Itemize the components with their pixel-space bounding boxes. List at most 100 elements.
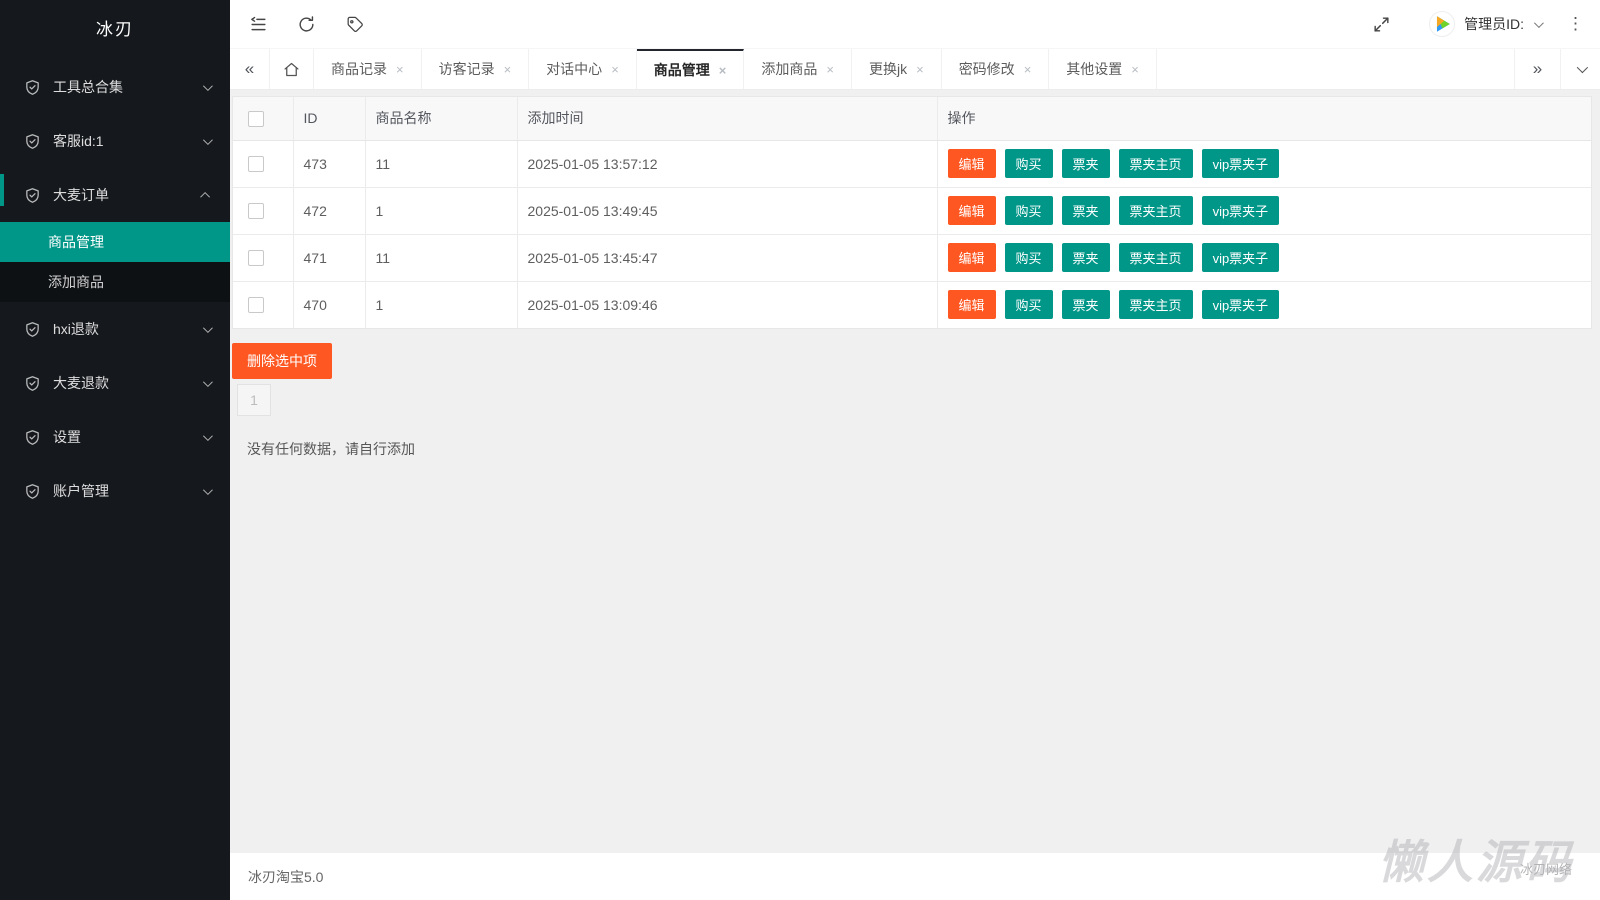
tab-product-records[interactable]: 商品记录 × bbox=[314, 49, 422, 89]
column-header: 操作 bbox=[937, 97, 1591, 141]
vip-ticket-folder-button[interactable]: vip票夹子 bbox=[1201, 290, 1280, 320]
content-area: ID 商品名称 添加时间 操作 473 11 2025-01-05 13:57:12 … bbox=[230, 90, 1600, 900]
chevron-icon bbox=[202, 376, 213, 387]
tabs-scroll-right-button[interactable]: » bbox=[1514, 49, 1560, 89]
ticket-folder-home-button[interactable]: 票夹主页 bbox=[1118, 196, 1193, 225]
sidebar-subitem-add-product[interactable]: 添加商品 bbox=[0, 262, 230, 302]
sidebar-item-settings[interactable]: 设置 bbox=[0, 410, 230, 464]
close-icon[interactable]: × bbox=[719, 64, 727, 77]
ticket-folder-home-button[interactable]: 票夹主页 bbox=[1118, 290, 1193, 320]
chevron-down-icon bbox=[1576, 61, 1588, 74]
close-icon[interactable]: × bbox=[1024, 63, 1032, 76]
fullscreen-icon[interactable] bbox=[1371, 14, 1391, 34]
id-cell: 471 bbox=[293, 234, 366, 282]
tab-other-settings[interactable]: 其他设置 × bbox=[1049, 49, 1157, 89]
sidebar-item-tools-collection[interactable]: 工具总合集 bbox=[0, 60, 230, 114]
row-checkbox[interactable] bbox=[248, 203, 264, 220]
buy-button[interactable]: 购买 bbox=[1004, 149, 1053, 178]
edit-button[interactable]: 编辑 bbox=[947, 243, 996, 272]
row-checkbox[interactable] bbox=[248, 250, 264, 267]
app-window: 冰刃 工具总合集 客服id:1 大麦订单 商品管理 添加商品 hxi退款 大麦退… bbox=[0, 0, 1600, 900]
edit-button[interactable]: 编辑 bbox=[947, 149, 996, 178]
row-checkbox[interactable] bbox=[248, 156, 264, 173]
vip-ticket-folder-button[interactable]: vip票夹子 bbox=[1201, 149, 1280, 178]
table-row: 470 1 2025-01-05 13:09:46 编辑 购买 票夹 票夹主页 vip票… bbox=[233, 281, 1591, 328]
vip-ticket-folder-button[interactable]: vip票夹子 bbox=[1201, 196, 1280, 225]
tab-change-password[interactable]: 密码修改 × bbox=[941, 49, 1050, 89]
checkbox-cell bbox=[233, 281, 294, 328]
ticket-folder-button[interactable]: 票夹 bbox=[1061, 243, 1110, 272]
home-tab[interactable] bbox=[270, 49, 314, 89]
tabbar-spacer bbox=[1157, 49, 1514, 89]
sidebar-item-account-management[interactable]: 账户管理 bbox=[0, 464, 230, 518]
vip-ticket-folder-button[interactable]: vip票夹子 bbox=[1201, 243, 1280, 272]
add-time-cell: 2025-01-05 13:49:45 bbox=[517, 187, 938, 235]
table-row: 472 1 2025-01-05 13:49:45 编辑 购买 票夹 票夹主页 vip票… bbox=[233, 187, 1591, 235]
tab-bar: « 商品记录 × 访客记录 × 对话中心 × 商品管理 × 添加商品 × 更换j… bbox=[230, 48, 1600, 90]
tab-label: 商品记录 bbox=[331, 61, 387, 77]
avatar[interactable] bbox=[1429, 11, 1456, 37]
sidebar-item-hxi-refund[interactable]: hxi退款 bbox=[0, 302, 230, 356]
delete-selected-button[interactable]: 删除选中项 bbox=[232, 343, 332, 379]
more-vertical-icon[interactable]: ⋮ bbox=[1567, 14, 1584, 34]
checkbox-cell bbox=[233, 234, 294, 282]
row-checkbox[interactable] bbox=[248, 297, 264, 314]
tab-label: 添加商品 bbox=[761, 61, 818, 77]
sidebar-subitem-product-management[interactable]: 商品管理 bbox=[0, 222, 230, 262]
pagination-page-1[interactable]: 1 bbox=[237, 384, 271, 416]
footer-version-text: 冰刃淘宝5.0 bbox=[248, 868, 324, 885]
buy-button[interactable]: 购买 bbox=[1004, 243, 1053, 272]
edit-button[interactable]: 编辑 bbox=[947, 196, 996, 225]
ticket-folder-button[interactable]: 票夹 bbox=[1061, 149, 1110, 178]
tag-icon[interactable] bbox=[344, 14, 364, 34]
shield-check-icon bbox=[24, 321, 41, 338]
column-header: 商品名称 bbox=[365, 97, 518, 141]
empty-data-hint: 没有任何数据，请自行添加 bbox=[247, 441, 415, 457]
sidebar-item-damai-refund[interactable]: 大麦退款 bbox=[0, 356, 230, 410]
chevron-down-icon[interactable] bbox=[1533, 17, 1544, 28]
sidebar-menu: 工具总合集 客服id:1 大麦订单 商品管理 添加商品 hxi退款 大麦退款 设… bbox=[0, 60, 230, 518]
close-icon[interactable]: × bbox=[611, 63, 619, 76]
tabs-menu-button[interactable] bbox=[1560, 49, 1600, 89]
app-logo: 冰刃 bbox=[96, 20, 134, 39]
chevron-icon bbox=[202, 322, 213, 333]
sidebar-item-label: 客服id:1 bbox=[53, 133, 104, 149]
refresh-icon[interactable] bbox=[296, 14, 316, 34]
collapse-menu-icon[interactable] bbox=[248, 14, 268, 34]
select-all-checkbox[interactable] bbox=[248, 110, 264, 127]
tab-label: 商品管理 bbox=[653, 62, 710, 78]
tab-change-jk[interactable]: 更换jk × bbox=[851, 49, 942, 89]
ticket-folder-home-button[interactable]: 票夹主页 bbox=[1118, 243, 1193, 272]
admin-id-label[interactable]: 管理员ID: bbox=[1464, 14, 1524, 34]
ticket-folder-button[interactable]: 票夹 bbox=[1061, 290, 1110, 320]
edit-button[interactable]: 编辑 bbox=[947, 290, 996, 320]
id-cell: 473 bbox=[293, 140, 366, 188]
tabs-scroll-left-button[interactable]: « bbox=[230, 49, 270, 89]
table-row: 473 11 2025-01-05 13:57:12 编辑 购买 票夹 票夹主页 vip… bbox=[233, 140, 1591, 188]
close-icon[interactable]: × bbox=[396, 63, 404, 76]
sidebar-item-customer-service-id[interactable]: 客服id:1 bbox=[0, 114, 230, 168]
tab-product-management[interactable]: 商品管理 × bbox=[636, 49, 745, 89]
shield-check-icon bbox=[24, 187, 41, 204]
ticket-folder-home-button[interactable]: 票夹主页 bbox=[1118, 149, 1193, 178]
chevron-icon bbox=[202, 430, 213, 441]
ticket-folder-button[interactable]: 票夹 bbox=[1061, 196, 1110, 225]
close-icon[interactable]: × bbox=[916, 63, 924, 76]
product-name-cell: 11 bbox=[365, 234, 518, 282]
buy-button[interactable]: 购买 bbox=[1004, 196, 1053, 225]
close-icon[interactable]: × bbox=[504, 63, 512, 76]
tab-label: 对话中心 bbox=[546, 61, 603, 77]
buy-button[interactable]: 购买 bbox=[1004, 290, 1053, 320]
close-icon[interactable]: × bbox=[1131, 63, 1139, 76]
tab-add-product[interactable]: 添加商品 × bbox=[744, 49, 852, 89]
sidebar-item-damai-orders[interactable]: 大麦订单 bbox=[0, 168, 230, 222]
table-row: 471 11 2025-01-05 13:45:47 编辑 购买 票夹 票夹主页 vip… bbox=[233, 234, 1591, 282]
top-header: 管理员ID: ⋮ bbox=[230, 0, 1600, 48]
tab-chat-center[interactable]: 对话中心 × bbox=[529, 49, 637, 89]
id-cell: 472 bbox=[293, 187, 366, 235]
shield-check-icon bbox=[24, 79, 41, 96]
tabs-strip: 商品记录 × 访客记录 × 对话中心 × 商品管理 × 添加商品 × 更换jk … bbox=[314, 49, 1157, 89]
close-icon[interactable]: × bbox=[826, 63, 834, 76]
tab-visitor-records[interactable]: 访客记录 × bbox=[421, 49, 530, 89]
actions-cell: 编辑 购买 票夹 票夹主页 vip票夹子 bbox=[937, 234, 1591, 282]
